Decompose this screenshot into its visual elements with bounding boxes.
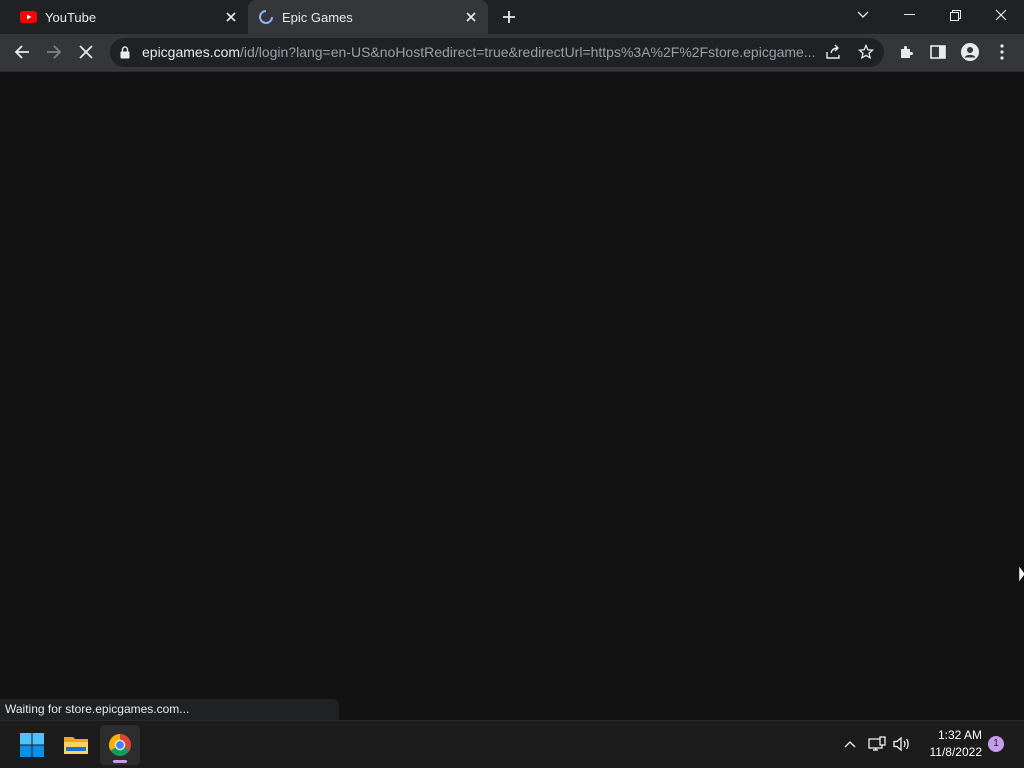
arrow-right-icon — [47, 45, 62, 59]
file-explorer-icon — [64, 737, 88, 754]
url-host: epicgames.com — [142, 44, 241, 60]
chrome-button[interactable] — [100, 725, 140, 765]
side-panel-button[interactable] — [924, 38, 952, 66]
plus-icon — [503, 11, 515, 23]
back-button[interactable] — [8, 38, 36, 66]
close-icon — [79, 45, 93, 59]
tab-strip: YouTube Epic Games — [0, 0, 1024, 34]
tab-epic-games[interactable]: Epic Games — [248, 0, 488, 34]
network-icon[interactable] — [866, 733, 888, 755]
tab-title: YouTube — [45, 9, 97, 25]
url-path: /id/login?lang=en-US&noHostRedirect=true… — [240, 44, 816, 60]
youtube-icon — [20, 11, 37, 23]
clock-date: 11/8/2022 — [929, 745, 983, 759]
clock-time: 1:32 AM — [937, 728, 982, 742]
puzzle-icon — [901, 46, 913, 58]
url-text[interactable]: epicgames.com/id/login?lang=en-US&noHost… — [142, 38, 818, 67]
side-panel-icon — [930, 45, 946, 59]
windows-start-icon — [20, 733, 44, 757]
stop-loading-button[interactable] — [72, 38, 100, 66]
arrow-left-icon — [14, 45, 29, 59]
new-tab-button[interactable] — [497, 5, 521, 29]
more-vertical-icon — [1000, 44, 1004, 60]
volume-icon[interactable] — [891, 733, 913, 755]
minimize-button[interactable] — [886, 0, 932, 30]
share-icon[interactable] — [825, 44, 841, 65]
profile-icon — [961, 43, 979, 61]
chevron-up-icon — [844, 741, 856, 748]
show-hidden-icons-button[interactable] — [839, 733, 861, 755]
page-content — [0, 72, 1024, 720]
tab-search-button[interactable] — [840, 0, 886, 30]
status-bubble: Waiting for store.epicgames.com... — [0, 699, 339, 720]
extensions-button[interactable] — [892, 38, 920, 66]
forward-button[interactable] — [40, 38, 68, 66]
start-button[interactable] — [12, 725, 52, 765]
close-tab-icon[interactable] — [462, 8, 480, 26]
restore-button[interactable] — [932, 0, 978, 30]
taskbar-clock[interactable]: 1:32 AM 11/8/2022 — [918, 727, 983, 761]
tab-title: Epic Games — [282, 9, 353, 25]
close-window-button[interactable] — [978, 0, 1024, 30]
mouse-cursor-icon — [1018, 565, 1024, 589]
restore-icon — [949, 9, 961, 21]
tab-youtube[interactable]: YouTube — [0, 0, 248, 34]
taskbar: 1:32 AM 11/8/2022 1 — [0, 720, 1024, 768]
file-explorer-button[interactable] — [56, 725, 96, 765]
chrome-icon — [109, 734, 131, 756]
minimize-icon — [903, 14, 915, 15]
close-tab-icon[interactable] — [222, 8, 240, 26]
profile-button[interactable] — [956, 38, 984, 66]
browser-toolbar: epicgames.com/id/login?lang=en-US&noHost… — [0, 34, 1024, 72]
loading-spinner-icon — [258, 9, 274, 25]
lock-icon[interactable] — [120, 46, 130, 64]
close-icon — [995, 9, 1007, 21]
bookmark-star-icon[interactable] — [857, 43, 875, 65]
notification-badge[interactable]: 1 — [988, 736, 1004, 752]
chevron-down-icon — [857, 11, 869, 18]
address-bar[interactable]: epicgames.com/id/login?lang=en-US&noHost… — [110, 38, 884, 67]
running-indicator — [113, 760, 127, 763]
menu-button[interactable] — [988, 38, 1016, 66]
